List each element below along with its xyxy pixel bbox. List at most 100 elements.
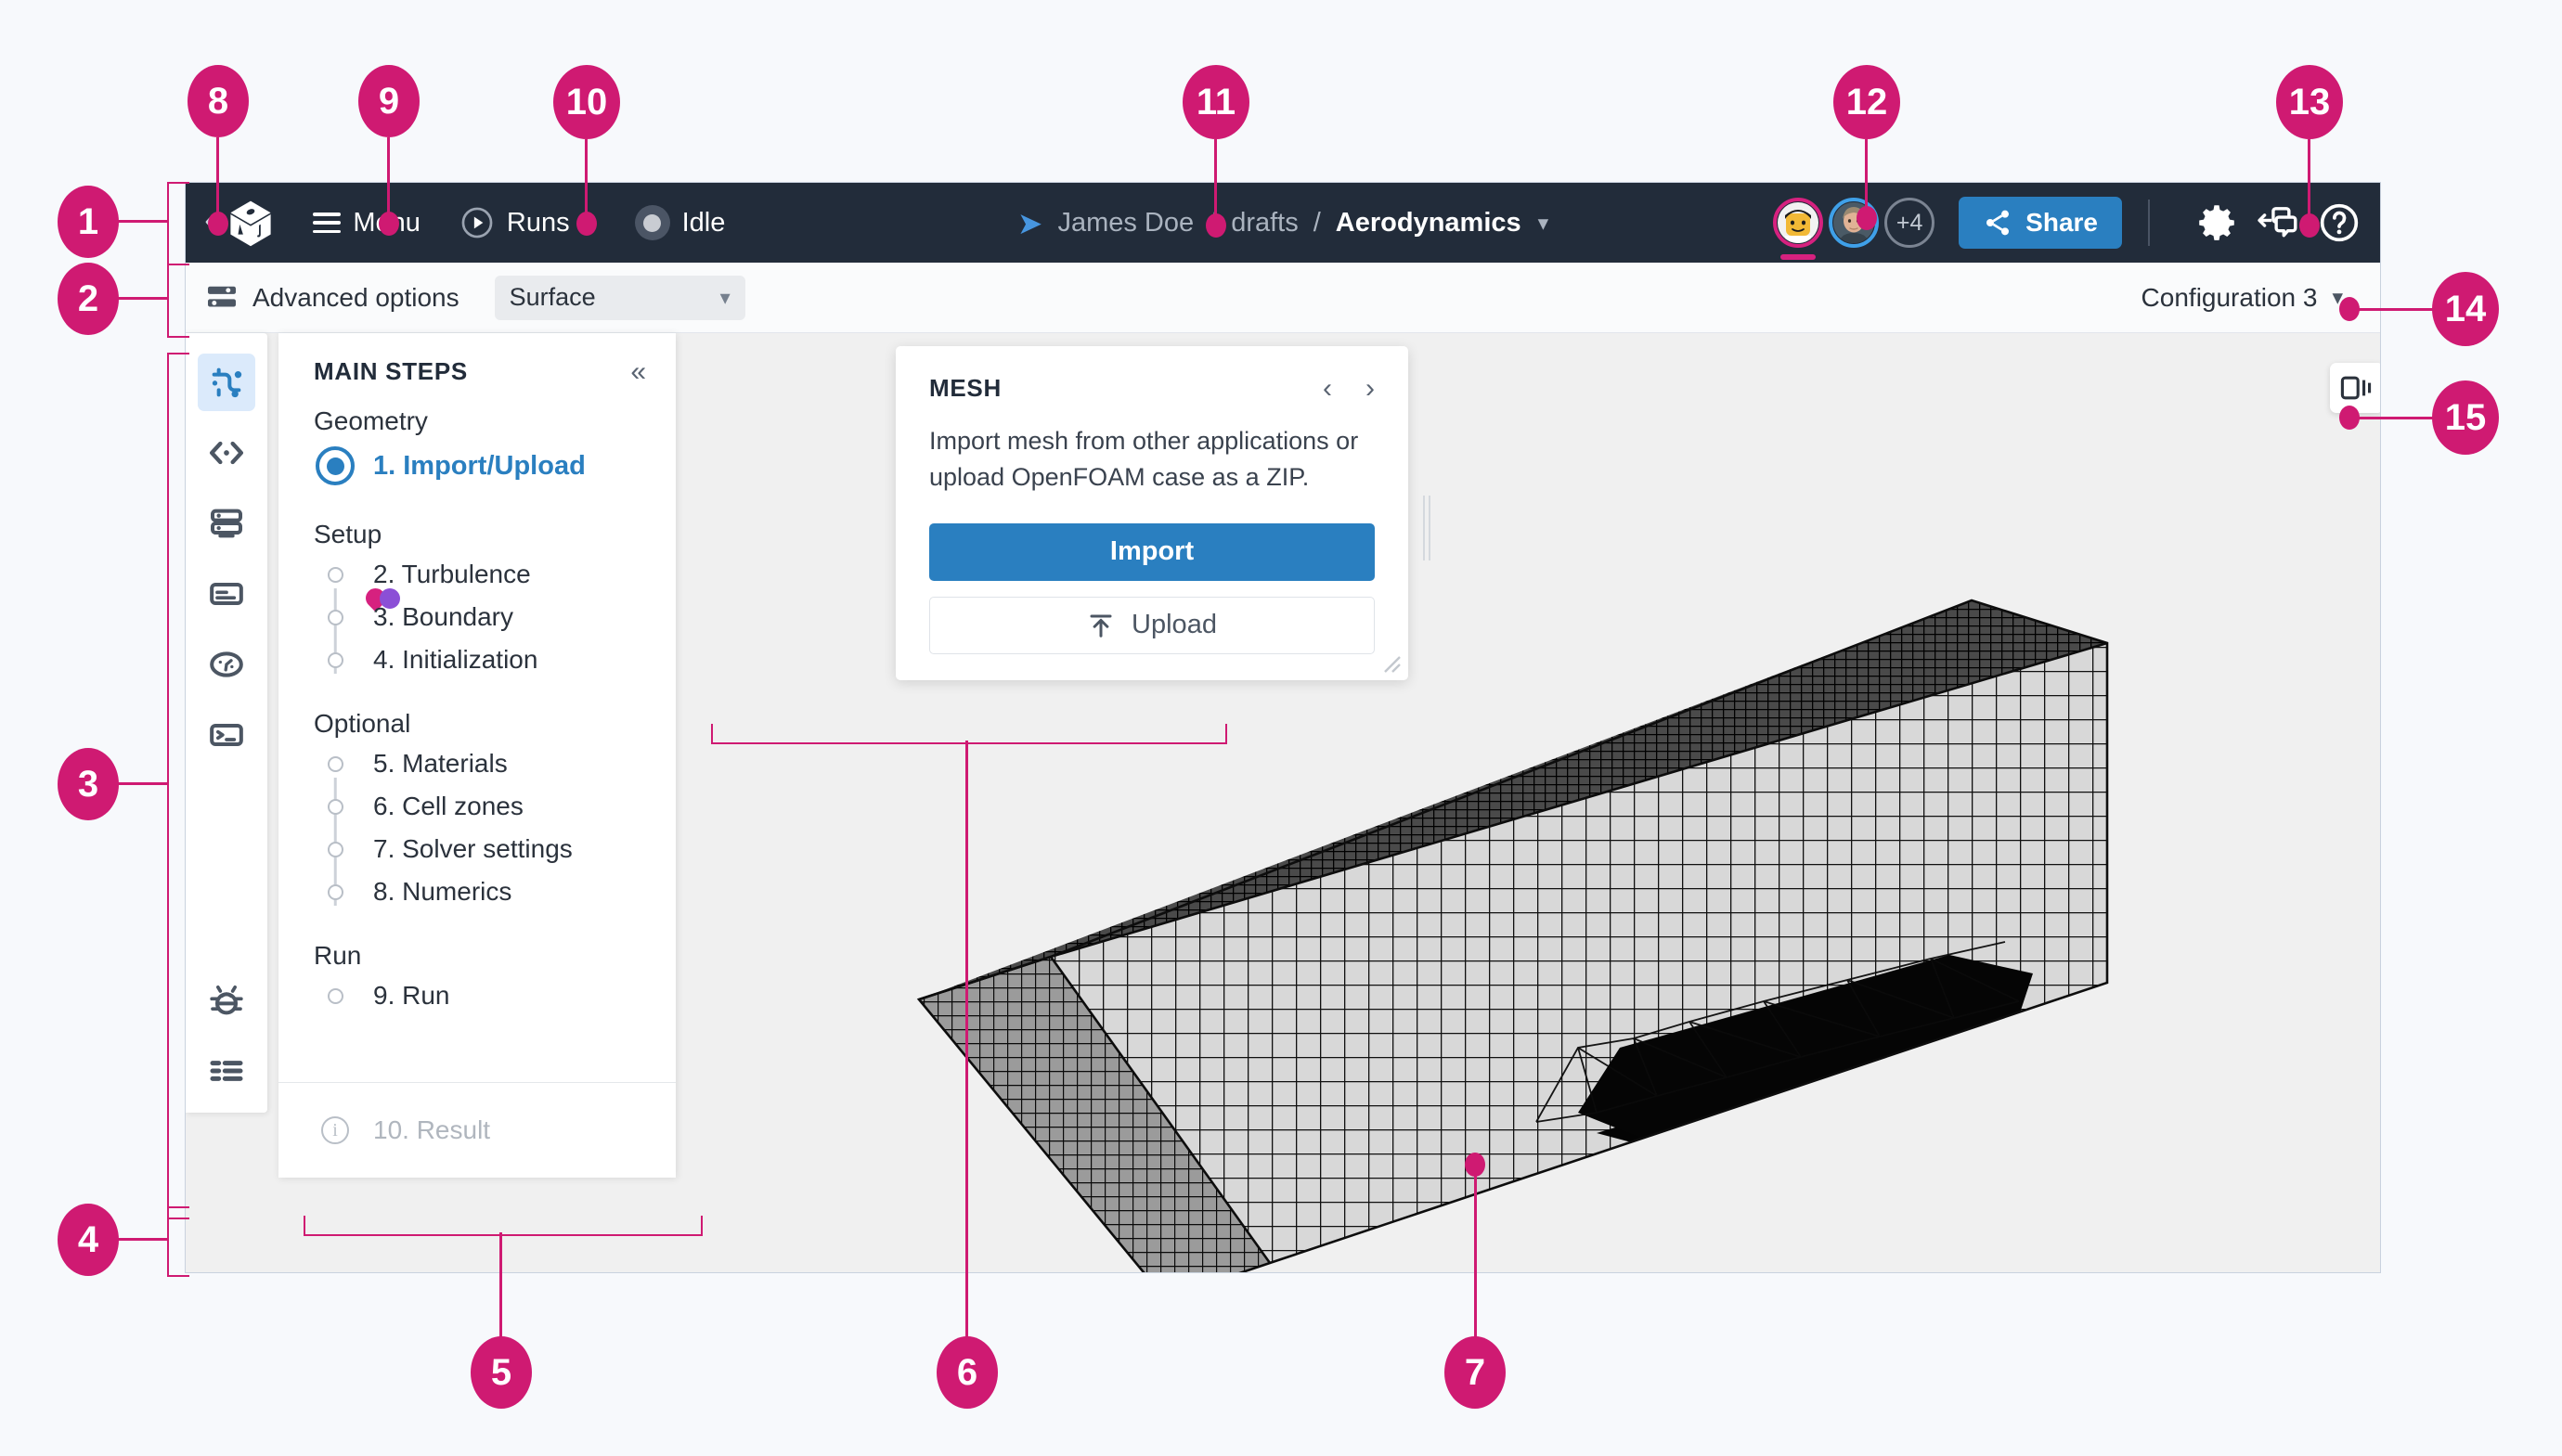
step-item-boundary[interactable]: 3. Boundary xyxy=(278,596,676,674)
breadcrumb-owner[interactable]: James Doe xyxy=(1057,208,1194,238)
gauge-icon xyxy=(210,651,243,677)
sidebar-item-gauge[interactable] xyxy=(198,636,255,693)
callout-badge-6: 6 xyxy=(937,1336,998,1409)
step-label: 8. Numerics xyxy=(373,877,512,906)
step-bullet xyxy=(314,566,356,631)
step-label: 9. Run xyxy=(373,981,450,1010)
previous-icon[interactable]: ‹ xyxy=(1323,374,1332,403)
step-item-numerics[interactable]: 8. Numerics xyxy=(278,870,676,913)
viewport-layout-toggle[interactable] xyxy=(2330,363,2380,413)
sidebar-item-workflow[interactable] xyxy=(198,354,255,411)
menu-button[interactable]: Menu xyxy=(302,202,432,244)
configuration-select[interactable]: Configuration 3 ▾ xyxy=(2141,283,2360,313)
sidebar-item-terminal[interactable] xyxy=(198,706,255,764)
callout-lead-6 xyxy=(965,741,968,1340)
step-bullet xyxy=(314,609,356,674)
main-steps-panel: MAIN STEPS « Geometry 1. Import/Upload S… xyxy=(278,333,676,1178)
step-item-materials[interactable]: 5. Materials xyxy=(278,742,676,820)
callout-bracket-5 xyxy=(304,1216,703,1236)
callout-lead-14 xyxy=(2353,308,2435,311)
callout-badge-9: 9 xyxy=(358,65,420,137)
callout-badge-1: 1 xyxy=(58,186,119,258)
hamburger-icon xyxy=(313,213,342,233)
panel-resize-handle[interactable] xyxy=(1423,496,1432,560)
list-icon xyxy=(210,1061,243,1081)
display-mode-value: Surface xyxy=(509,283,596,311)
step-item-run[interactable]: 9. Run xyxy=(278,974,676,1017)
callout-bracket-2 xyxy=(167,264,189,338)
gear-icon[interactable] xyxy=(2196,202,2237,243)
step-label: 3. Boundary xyxy=(373,602,513,631)
callout-lead-15 xyxy=(2353,417,2435,419)
sidebar-item-debug[interactable] xyxy=(198,972,255,1029)
avatar-overflow-count[interactable]: +4 xyxy=(1884,198,1935,248)
step-bullet xyxy=(314,987,356,1004)
code-icon xyxy=(210,441,243,465)
step-item-turbulence[interactable]: 2. Turbulence xyxy=(278,553,676,631)
step-label: 4. Initialization xyxy=(373,645,538,674)
breadcrumb[interactable]: ➤ James Doe / drafts / Aerodynamics ▾ xyxy=(1017,208,1548,238)
server-icon xyxy=(211,509,242,538)
callout-badge-3: 3 xyxy=(58,748,119,820)
callout-badge-2: 2 xyxy=(58,263,119,335)
callout-badge-13: 13 xyxy=(2276,65,2343,139)
sidebar-item-list[interactable] xyxy=(198,1042,255,1100)
collapse-panel-icon[interactable]: « xyxy=(630,357,646,386)
collaborator-avatars: +4 xyxy=(1773,198,1935,260)
run-status[interactable]: Idle xyxy=(624,200,737,246)
callout-badge-14: 14 xyxy=(2432,272,2499,346)
step-bullet xyxy=(314,798,356,863)
sidebar-item-server[interactable] xyxy=(198,495,255,552)
application-window: ‹ Menu Runs ▾ xyxy=(185,182,2381,1273)
luminary-cube-logo[interactable] xyxy=(226,198,276,248)
step-bullet xyxy=(314,883,356,900)
resize-grip-icon[interactable] xyxy=(1383,655,1402,674)
breadcrumb-project[interactable]: Aerodynamics xyxy=(1336,208,1521,238)
mesh-panel: MESH ‹ › Import mesh from other applicat… xyxy=(896,346,1408,680)
callout-lead-2 xyxy=(116,297,168,300)
callout-lead-8 xyxy=(216,137,219,217)
step-item-initialization[interactable]: 4. Initialization xyxy=(278,638,676,681)
advanced-options-bar: Advanced options Surface ▾ Configuration… xyxy=(186,263,2380,333)
callout-lead-11 xyxy=(1214,139,1217,219)
collapse-chat-icon[interactable] xyxy=(2258,202,2298,243)
callout-badge-15: 15 xyxy=(2432,380,2499,455)
upload-icon xyxy=(1090,614,1112,638)
display-mode-select[interactable]: Surface ▾ xyxy=(494,275,745,320)
share-button[interactable]: Share xyxy=(1959,197,2122,249)
advanced-options-button[interactable]: Advanced options xyxy=(206,283,459,313)
callout-dot-7 xyxy=(1465,1153,1485,1177)
tool-rail xyxy=(186,333,267,1113)
step-item-solver-settings[interactable]: 7. Solver settings xyxy=(278,828,676,906)
callout-dot-8 xyxy=(208,212,228,236)
import-button[interactable]: Import xyxy=(929,522,1375,581)
sidebar-item-code[interactable] xyxy=(198,424,255,482)
topbar-left-group: ‹ Menu Runs ▾ xyxy=(199,198,736,248)
callout-badge-5: 5 xyxy=(471,1336,532,1409)
share-label: Share xyxy=(2025,208,2098,237)
avatar-image xyxy=(1778,202,1819,243)
next-icon[interactable]: › xyxy=(1365,374,1375,403)
avatar-user-1[interactable] xyxy=(1773,198,1824,260)
workflow-icon xyxy=(212,367,242,398)
step-item-import-upload[interactable]: 1. Import/Upload xyxy=(278,440,676,492)
play-circle-icon xyxy=(461,207,493,238)
mesh-panel-header: MESH ‹ › xyxy=(929,374,1375,403)
step-bullet: i xyxy=(314,1116,356,1144)
callout-lead-9 xyxy=(387,137,390,217)
help-icon[interactable] xyxy=(2319,202,2360,243)
step-item-result[interactable]: i 10. Result xyxy=(278,1083,676,1178)
callout-badge-8: 8 xyxy=(188,65,249,137)
toolbar-divider xyxy=(2148,200,2150,246)
callout-lead-13 xyxy=(2308,139,2310,219)
step-label: 5. Materials xyxy=(373,749,508,778)
callout-badge-10: 10 xyxy=(553,65,620,139)
step-item-cell-zones[interactable]: 6. Cell zones xyxy=(278,785,676,863)
callout-lead-1 xyxy=(116,220,168,223)
advanced-options-label: Advanced options xyxy=(252,282,459,312)
upload-button[interactable]: Upload xyxy=(929,596,1375,654)
sidebar-item-input-field[interactable] xyxy=(198,565,255,623)
callout-bracket-4 xyxy=(167,1206,189,1277)
chevron-down-icon[interactable]: ▾ xyxy=(1538,211,1549,236)
breadcrumb-folder[interactable]: drafts xyxy=(1231,208,1299,238)
